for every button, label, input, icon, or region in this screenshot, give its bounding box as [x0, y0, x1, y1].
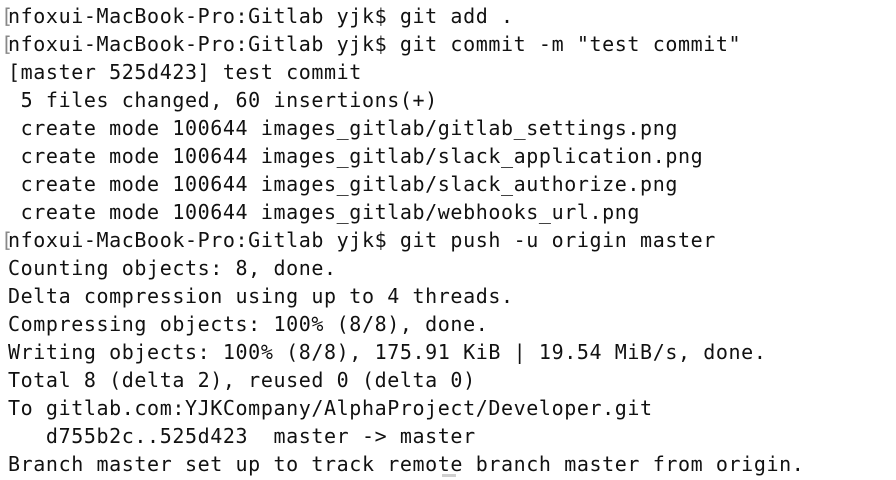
line-text: nfoxui-MacBook-Pro:Gitlab yjk$ git add . [8, 4, 514, 28]
line-text: create mode 100644 images_gitlab/slack_a… [8, 172, 678, 196]
terminal-output-line: [master 525d423] test commit [0, 58, 896, 86]
line-text: Delta compression using up to 4 threads. [8, 284, 514, 308]
terminal-output-line: Writing objects: 100% (8/8), 175.91 KiB … [0, 338, 896, 366]
text-cursor [442, 474, 456, 477]
line-text: [master 525d423] test commit [8, 60, 362, 84]
terminal-output-line: create mode 100644 images_gitlab/webhook… [0, 198, 896, 226]
line-text: 5 files changed, 60 insertions(+) [8, 88, 438, 112]
line-text: Compressing objects: 100% (8/8), done. [8, 312, 489, 336]
terminal-prompt-line: [nfoxui-MacBook-Pro:Gitlab yjk$ git push… [0, 226, 896, 254]
line-text: Branch master set up to track remote bra… [8, 452, 805, 476]
terminal-output-line: Counting objects: 8, done. [0, 254, 896, 282]
terminal-lines: [nfoxui-MacBook-Pro:Gitlab yjk$ git add … [0, 2, 896, 478]
prompt-mark: [ [1, 228, 14, 252]
line-text: d755b2c..525d423 master -> master [8, 424, 476, 448]
terminal-output[interactable]: [nfoxui-MacBook-Pro:Gitlab yjk$ git add … [0, 0, 896, 480]
line-text: Counting objects: 8, done. [8, 256, 337, 280]
terminal-output-line: 5 files changed, 60 insertions(+) [0, 86, 896, 114]
line-text: create mode 100644 images_gitlab/gitlab_… [8, 116, 678, 140]
line-text: To gitlab.com:YJKCompany/AlphaProject/De… [8, 396, 653, 420]
terminal-output-line: Delta compression using up to 4 threads. [0, 282, 896, 310]
terminal-prompt-line: [nfoxui-MacBook-Pro:Gitlab yjk$ git comm… [0, 30, 896, 58]
line-text: nfoxui-MacBook-Pro:Gitlab yjk$ git push … [8, 228, 716, 252]
line-text: create mode 100644 images_gitlab/slack_a… [8, 144, 704, 168]
terminal-output-line: create mode 100644 images_gitlab/slack_a… [0, 170, 896, 198]
terminal-output-line: create mode 100644 images_gitlab/gitlab_… [0, 114, 896, 142]
terminal-output-line: create mode 100644 images_gitlab/slack_a… [0, 142, 896, 170]
prompt-mark: [ [1, 32, 14, 56]
terminal-output-line: d755b2c..525d423 master -> master [0, 422, 896, 450]
terminal-output-line: Total 8 (delta 2), reused 0 (delta 0) [0, 366, 896, 394]
terminal-output-line: Compressing objects: 100% (8/8), done. [0, 310, 896, 338]
terminal-prompt-line: [nfoxui-MacBook-Pro:Gitlab yjk$ git add … [0, 2, 896, 30]
line-text: Writing objects: 100% (8/8), 175.91 KiB … [8, 340, 767, 364]
line-text: nfoxui-MacBook-Pro:Gitlab yjk$ git commi… [8, 32, 742, 56]
line-text: Total 8 (delta 2), reused 0 (delta 0) [8, 368, 476, 392]
terminal-output-line: To gitlab.com:YJKCompany/AlphaProject/De… [0, 394, 896, 422]
line-text: create mode 100644 images_gitlab/webhook… [8, 200, 641, 224]
prompt-mark: [ [1, 4, 14, 28]
